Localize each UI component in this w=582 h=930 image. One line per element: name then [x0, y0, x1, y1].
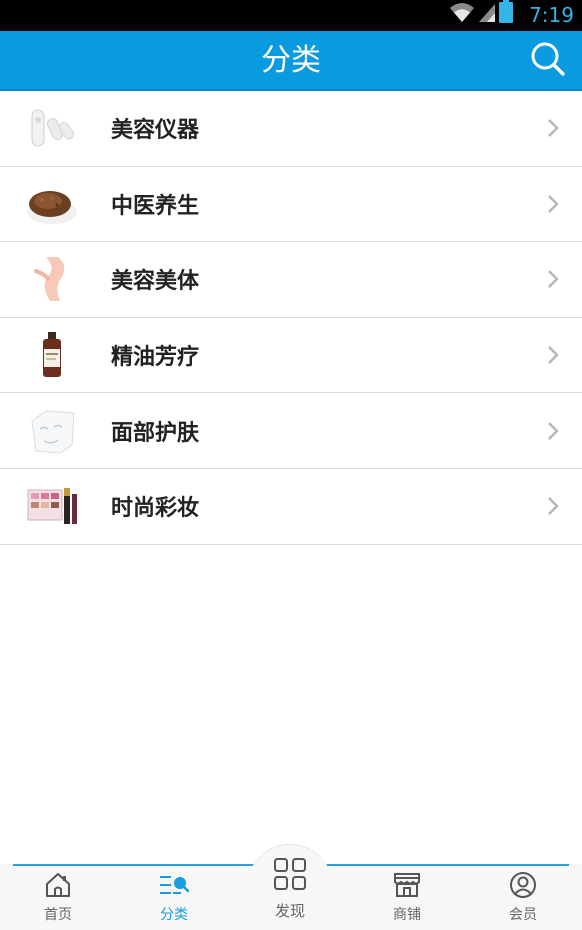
nav-label: 首页	[44, 907, 72, 923]
nav-item-category[interactable]: 分类	[134, 870, 214, 928]
category-label: 中医养生	[111, 193, 200, 219]
chevron-right-icon	[546, 421, 560, 441]
status-time: 7:19	[529, 3, 574, 27]
search-icon	[530, 41, 566, 81]
chevron-right-icon	[546, 194, 560, 214]
page-title: 分类	[261, 43, 321, 78]
status-bar: 7:19	[0, 0, 582, 31]
category-item-face-care[interactable]: 面部护肤	[0, 393, 582, 469]
essential-oil-icon	[26, 329, 78, 381]
category-label: 时尚彩妆	[111, 496, 200, 522]
wifi-icon	[449, 1, 475, 27]
app-header: 分类	[0, 31, 582, 91]
chevron-right-icon	[546, 345, 560, 365]
member-icon	[508, 870, 538, 900]
chevron-right-icon	[546, 269, 560, 289]
category-label: 面部护肤	[111, 420, 200, 446]
search-button[interactable]	[528, 41, 568, 81]
nav-label: 发现	[274, 902, 305, 920]
battery-icon	[499, 0, 514, 27]
home-icon	[43, 870, 73, 900]
category-item-makeup[interactable]: 时尚彩妆	[0, 468, 582, 545]
body-care-icon	[26, 253, 78, 305]
nav-label: 会员	[509, 907, 537, 923]
herbal-seeds-icon	[26, 178, 78, 230]
nav-item-store[interactable]: 商铺	[367, 870, 447, 928]
category-item-beauty-device[interactable]: 美容仪器	[0, 91, 582, 167]
makeup-icon	[26, 480, 78, 532]
signal-icon	[478, 1, 496, 27]
category-icon	[159, 870, 189, 900]
category-label: 精油芳疗	[111, 345, 200, 371]
category-label: 美容美体	[111, 269, 200, 295]
nav-item-member[interactable]: 会员	[483, 870, 563, 928]
status-icons	[449, 0, 514, 27]
category-label: 美容仪器	[111, 118, 200, 144]
category-item-herbal[interactable]: 中医养生	[0, 166, 582, 243]
beauty-device-icon	[26, 102, 78, 154]
chevron-right-icon	[546, 496, 560, 516]
category-list: 美容仪器 中医养生 美容美体 精油芳疗 面部护肤 时尚彩妆	[0, 91, 582, 545]
chevron-right-icon	[546, 118, 560, 138]
face-mask-icon	[26, 405, 78, 457]
discover-grid-icon	[270, 854, 310, 894]
category-item-essential-oil[interactable]: 精油芳疗	[0, 317, 582, 394]
nav-label: 分类	[160, 907, 188, 923]
category-item-body-care[interactable]: 美容美体	[0, 242, 582, 318]
nav-label: 商铺	[393, 907, 421, 923]
nav-item-discover[interactable]: 发现	[250, 852, 330, 928]
bottom-nav: 首页 分类 发现 商铺 会员	[0, 844, 582, 930]
store-icon	[392, 870, 422, 900]
nav-item-home[interactable]: 首页	[18, 870, 98, 928]
